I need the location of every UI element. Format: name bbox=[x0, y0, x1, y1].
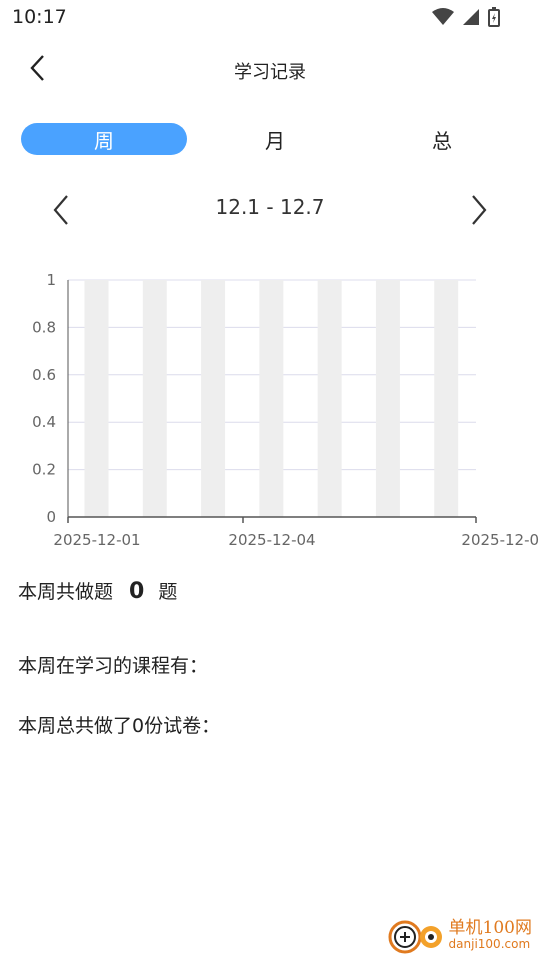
watermark-logo-icon bbox=[388, 920, 442, 954]
signal-icon bbox=[463, 9, 479, 25]
week-questions-prefix: 本周共做题 bbox=[18, 581, 114, 603]
y-tick-label: 0.8 bbox=[32, 318, 56, 336]
watermark-text: 单机100网 danji100.com bbox=[449, 919, 532, 951]
papers-label: 本周总共做了0份试卷： bbox=[18, 715, 221, 737]
bar-background bbox=[142, 280, 167, 517]
week-questions-row: 本周共做题 0 题 bbox=[18, 577, 177, 604]
bar-background bbox=[84, 280, 109, 517]
bar-background bbox=[201, 280, 226, 517]
y-tick-label: 0.2 bbox=[32, 461, 56, 479]
bar-background bbox=[317, 280, 342, 517]
y-tick-label: 0.6 bbox=[32, 366, 56, 384]
next-week-button[interactable] bbox=[464, 192, 494, 228]
x-tick-label: 2025-12-04 bbox=[228, 531, 315, 549]
wifi-icon bbox=[432, 8, 454, 25]
status-time: 10:17 bbox=[12, 6, 67, 28]
tab-month[interactable]: 月 bbox=[192, 123, 358, 155]
y-tick-label: 1 bbox=[46, 271, 56, 289]
week-questions-count: 0 bbox=[129, 579, 145, 604]
x-tick-label: 2025-12-01 bbox=[53, 531, 140, 549]
bar-background bbox=[375, 280, 400, 517]
week-range-label: 12.1 - 12.7 bbox=[215, 195, 325, 219]
y-tick-label: 0 bbox=[46, 508, 56, 526]
weekly-chart: 0 0.2 0.4 0.6 0.8 1 2025-12-01 2025-12-04 2025-1… bbox=[32, 271, 540, 549]
page-title: 学习记录 bbox=[234, 62, 306, 83]
tab-week[interactable]: 周 bbox=[21, 123, 187, 155]
week-questions-suffix: 题 bbox=[158, 581, 178, 603]
bar-background bbox=[259, 280, 284, 517]
bar-background bbox=[434, 280, 459, 517]
courses-label: 本周在学习的课程有： bbox=[18, 655, 209, 677]
chevron-right-icon bbox=[472, 195, 487, 225]
status-icons bbox=[432, 7, 500, 27]
watermark: 单机100网 danji100.com bbox=[387, 915, 532, 955]
battery-icon bbox=[488, 7, 500, 27]
tab-total[interactable]: 总 bbox=[359, 123, 525, 155]
x-tick-label: 2025-12-07 bbox=[461, 531, 540, 549]
y-tick-label: 0.4 bbox=[32, 413, 56, 431]
watermark-line1: 单机100网 bbox=[448, 918, 532, 938]
watermark-line2: danji100.com bbox=[448, 937, 531, 951]
